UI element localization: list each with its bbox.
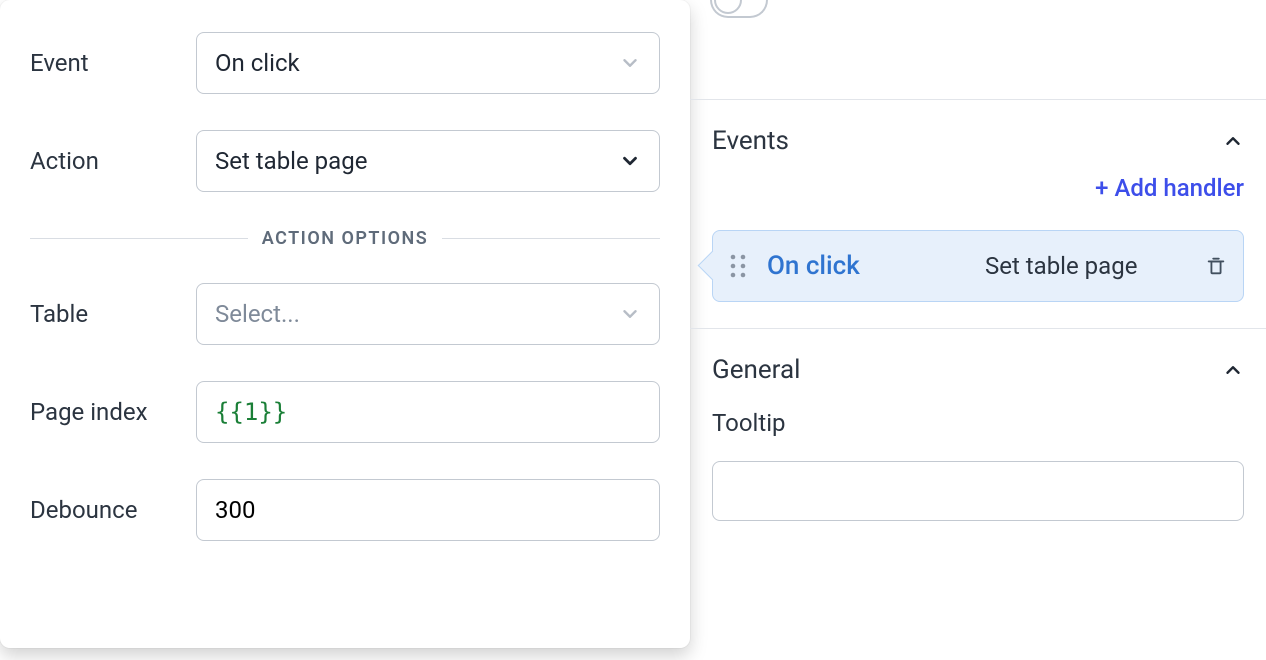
action-options-label: ACTION OPTIONS [262, 228, 429, 249]
table-label: Table [30, 300, 196, 328]
events-header[interactable]: Events [712, 126, 1244, 156]
table-select[interactable]: Select... [196, 283, 660, 345]
action-select-value: Set table page [215, 147, 619, 175]
event-handler-popover: Event On click Action Set table page ACT… [0, 0, 690, 648]
chevron-down-icon [619, 150, 641, 172]
inspector-panel: Events + Add handler On click Set table … [690, 0, 1266, 660]
chevron-up-icon [1222, 359, 1244, 381]
general-section: General Tooltip [690, 329, 1266, 547]
toggle-switch[interactable] [710, 0, 768, 18]
tooltip-label: Tooltip [712, 409, 1244, 437]
debounce-input[interactable] [196, 479, 660, 541]
handler-action: Set table page [985, 252, 1185, 280]
action-options-divider: ACTION OPTIONS [30, 228, 660, 249]
page-index-value: {{1}} [215, 398, 287, 426]
divider-line [30, 238, 248, 239]
event-select[interactable]: On click [196, 32, 660, 94]
event-row: Event On click [30, 32, 660, 94]
debounce-label: Debounce [30, 496, 196, 524]
events-title: Events [712, 126, 789, 156]
toggle-area [690, 0, 1266, 100]
chevron-down-icon [619, 52, 641, 74]
action-row: Action Set table page [30, 130, 660, 192]
action-select[interactable]: Set table page [196, 130, 660, 192]
page-index-label: Page index [30, 398, 196, 426]
general-title: General [712, 355, 800, 385]
debounce-field[interactable] [215, 496, 641, 524]
divider-line [442, 238, 660, 239]
chevron-down-icon [619, 303, 641, 325]
table-select-placeholder: Select... [215, 300, 619, 328]
handler-item[interactable]: On click Set table page [712, 230, 1244, 302]
page-index-row: Page index {{1}} [30, 381, 660, 443]
events-section: Events + Add handler On click Set table … [690, 100, 1266, 329]
tooltip-input[interactable] [712, 461, 1244, 521]
general-header[interactable]: General [712, 355, 1244, 385]
add-handler-button[interactable]: + Add handler [1095, 174, 1244, 202]
chevron-up-icon [1222, 130, 1244, 152]
page-index-input[interactable]: {{1}} [196, 381, 660, 443]
drag-handle-icon[interactable] [727, 255, 749, 277]
trash-icon[interactable] [1203, 251, 1229, 281]
event-label: Event [30, 49, 196, 77]
add-handler-row: + Add handler [712, 174, 1244, 202]
action-label: Action [30, 147, 196, 175]
handler-event: On click [767, 251, 967, 281]
table-row: Table Select... [30, 283, 660, 345]
debounce-row: Debounce [30, 479, 660, 541]
event-select-value: On click [215, 49, 619, 77]
